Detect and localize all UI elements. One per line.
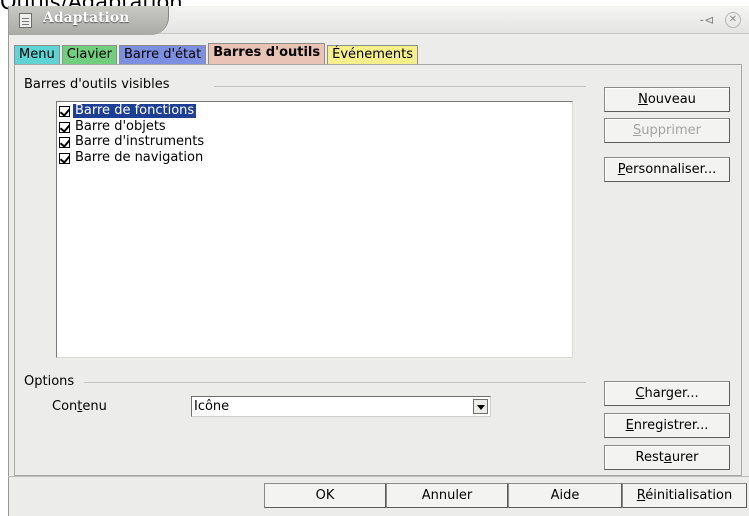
- close-icon[interactable]: ✕: [725, 12, 741, 28]
- content-select-value: Icône: [194, 399, 230, 414]
- help-button[interactable]: Aide: [508, 483, 622, 508]
- list-item[interactable]: Barre de navigation: [59, 150, 205, 166]
- save-button[interactable]: Enregistrer...: [604, 413, 730, 438]
- reset-button[interactable]: Réinitialisation: [622, 483, 747, 508]
- pin-icon[interactable]: -⊲: [699, 12, 715, 28]
- checkbox-checked-icon[interactable]: [59, 105, 70, 117]
- list-item-label: Barre d'instruments: [75, 134, 205, 149]
- content-select[interactable]: Icône: [191, 396, 491, 417]
- tab-evenements[interactable]: Événements: [327, 45, 419, 64]
- window-title: Adaptation: [43, 10, 130, 26]
- options-group-label: Options: [24, 374, 75, 389]
- title-bar: Adaptation -⊲ ✕: [9, 6, 749, 35]
- tab-clavier[interactable]: Clavier: [61, 45, 118, 64]
- tab-bar: Menu Clavier Barre d'état Barres d'outil…: [14, 43, 420, 64]
- checkbox-checked-icon[interactable]: [59, 121, 70, 133]
- load-button[interactable]: Charger...: [604, 381, 730, 406]
- ok-button[interactable]: OK: [264, 483, 386, 508]
- customize-button[interactable]: Personnaliser...: [604, 157, 730, 182]
- delete-button[interactable]: Supprimer: [604, 118, 730, 143]
- footer-separator: [8, 476, 749, 477]
- new-button[interactable]: Nouveau: [604, 87, 730, 112]
- list-item-label: Barre de fonctions: [73, 103, 197, 118]
- restore-button[interactable]: Restaurer: [604, 445, 730, 470]
- title-tab: Adaptation: [9, 6, 169, 35]
- content-label: Contenu: [52, 399, 107, 414]
- toolbars-group-line: [214, 86, 586, 87]
- tab-menu[interactable]: Menu: [14, 45, 60, 64]
- list-item-label: Barre de navigation: [75, 150, 204, 165]
- checkbox-checked-icon[interactable]: [59, 152, 70, 164]
- list-item-label: Barre d'objets: [75, 119, 166, 134]
- checkbox-checked-icon[interactable]: [59, 136, 70, 148]
- list-item[interactable]: Barre de fonctions: [59, 103, 197, 119]
- tab-barres-outils[interactable]: Barres d'outils: [208, 43, 326, 64]
- tab-barre-etat[interactable]: Barre d'état: [119, 45, 207, 64]
- chevron-down-icon[interactable]: [473, 399, 488, 414]
- options-group-line: [84, 382, 586, 383]
- list-item[interactable]: Barre d'instruments: [59, 134, 206, 150]
- toolbars-listbox[interactable]: Barre de fonctions Barre d'objets Barre …: [56, 101, 573, 358]
- document-icon: [19, 13, 32, 28]
- toolbars-group-label: Barres d'outils visibles: [24, 77, 170, 92]
- list-item[interactable]: Barre d'objets: [59, 119, 168, 135]
- cancel-button[interactable]: Annuler: [386, 483, 508, 508]
